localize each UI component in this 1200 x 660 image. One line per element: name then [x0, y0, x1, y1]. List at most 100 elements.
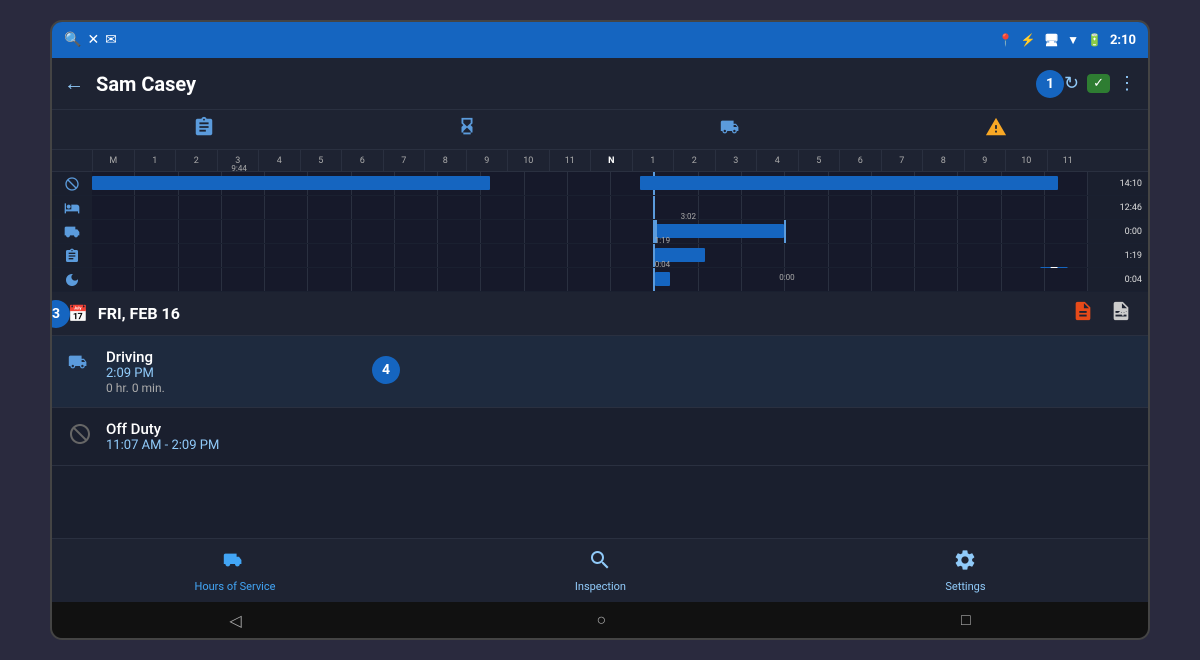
top-bar: ← Sam Casey 1 ↻ ✓ ⋮	[52, 58, 1148, 110]
status-bar-right: 📍 ⚡ 🖥 ▼ 🔋 2:10	[998, 33, 1136, 48]
chart-container: M 1 2 3 4 5 6 7 8 9 10 11 N 1 2 3 4	[52, 150, 1148, 292]
activity-driving-duration: 0 hr. 0 min.	[106, 381, 1132, 395]
date-bar: 3 📅 FRI, FEB 16	[52, 292, 1148, 336]
cursor-icon: ✕	[87, 32, 99, 48]
bar-label-000: 0:00	[779, 273, 794, 282]
total-on-duty: 1:19	[1088, 251, 1148, 261]
date-bar-actions	[1072, 300, 1132, 327]
activity-off-duty-info: Off Duty 11:07 AM - 2:09 PM	[106, 420, 1132, 453]
bluetooth-icon: ⚡	[1021, 33, 1036, 47]
android-recent-button[interactable]: □	[961, 610, 971, 630]
driving-icon	[52, 224, 92, 240]
activity-driving-icon	[68, 350, 92, 379]
screen-icon: 🖥	[1044, 33, 1059, 47]
time-p4: 4	[756, 150, 798, 172]
time-p6: 6	[839, 150, 881, 172]
other-bar: 0:04	[655, 272, 670, 286]
truck-icon[interactable]	[720, 116, 744, 143]
row-driving: 3:02 0:00 2	[52, 220, 1148, 244]
annotation-bubble-4: 4	[372, 356, 400, 384]
time-5: 5	[300, 150, 342, 172]
location-icon: 📍	[998, 33, 1013, 47]
bar-label-944: 9:44	[231, 164, 246, 173]
time-p3: 3	[715, 150, 757, 172]
time-2: 2	[175, 150, 217, 172]
nav-inspection[interactable]: Inspection	[560, 548, 640, 593]
search-icon: 🔍	[64, 32, 81, 48]
sleeper-icon	[52, 200, 92, 216]
activity-driving[interactable]: Driving 2:09 PM 0 hr. 0 min. 4	[52, 336, 1148, 408]
on-duty-icon	[52, 248, 92, 264]
activity-driving-status: Driving	[106, 348, 1132, 366]
refresh-icon[interactable]: ↻	[1064, 73, 1079, 94]
time-11: 11	[549, 150, 591, 172]
activity-driving-time: 2:09 PM	[106, 366, 1132, 381]
clock: 2:10	[1110, 33, 1136, 48]
driving-bar-1: 3:02	[655, 224, 784, 238]
row-on-duty-grid: 1:19	[92, 244, 1088, 267]
time-4: 4	[258, 150, 300, 172]
grid-rows: 9:44 14:10	[52, 172, 1148, 292]
time-p9: 9	[964, 150, 1006, 172]
nav-inspection-label: Inspection	[575, 580, 626, 593]
row-driving-grid: 3:02	[92, 220, 1088, 243]
activity-off-duty-icon	[68, 422, 92, 451]
calendar-icon: 📅	[68, 304, 88, 323]
hourglass-icon[interactable]	[456, 116, 478, 143]
activity-off-duty-time: 11:07 AM - 2:09 PM	[106, 438, 1132, 453]
warning-icon[interactable]	[985, 116, 1007, 143]
android-nav: ◁ ○ □	[52, 602, 1148, 638]
time-noon: N	[590, 150, 632, 172]
total-off-duty: 14:10	[1088, 179, 1148, 189]
bar-label-302: 3:02	[681, 212, 696, 221]
total-sleeper: 12:46	[1088, 203, 1148, 213]
nav-settings-label: Settings	[945, 580, 985, 593]
driver-name: Sam Casey	[96, 72, 1028, 96]
annotation-bubble-1: 1	[1036, 70, 1064, 98]
time-p1: 1	[632, 150, 674, 172]
activity-list: Driving 2:09 PM 0 hr. 0 min. 4 Off Duty …	[52, 336, 1148, 538]
row-sleeper-grid	[92, 196, 1088, 219]
activity-off-duty[interactable]: Off Duty 11:07 AM - 2:09 PM	[52, 408, 1148, 466]
app-area: ← Sam Casey 1 ↻ ✓ ⋮	[52, 58, 1148, 602]
row-other-grid: 0:04 0:00	[92, 268, 1088, 291]
back-button[interactable]: ←	[64, 71, 84, 96]
more-menu-icon[interactable]: ⋮	[1118, 73, 1136, 94]
android-back-button[interactable]: ◁	[229, 611, 241, 630]
activity-driving-info: Driving 2:09 PM 0 hr. 0 min.	[106, 348, 1132, 395]
off-duty-bar-2	[640, 176, 1058, 190]
check-badge: ✓	[1087, 74, 1110, 93]
mail-icon: ✉	[105, 32, 117, 48]
status-bar: 🔍 ✕ ✉ 📍 ⚡ 🖥 ▼ 🔋 2:10	[52, 22, 1148, 58]
row-off-duty: 9:44 14:10	[52, 172, 1148, 196]
off-duty-bar-1: 9:44	[92, 176, 490, 190]
time-p2: 2	[673, 150, 715, 172]
top-bar-actions: ↻ ✓ ⋮	[1064, 73, 1136, 94]
row-on-duty: 1:19 1:19	[52, 244, 1148, 268]
nav-hos-label: Hours of Service	[195, 580, 276, 593]
nav-hours-of-service[interactable]: Hours of Service	[195, 548, 276, 593]
off-duty-icon	[52, 176, 92, 192]
sleep-icon	[52, 272, 92, 288]
icon-bar	[52, 110, 1148, 150]
row-other: 0:04 0:00 0:04	[52, 268, 1148, 292]
document-alert-icon[interactable]	[1072, 300, 1094, 327]
bar-label-119: 1:19	[655, 236, 670, 245]
battery-icon: 🔋	[1087, 33, 1102, 47]
time-p10: 10	[1005, 150, 1047, 172]
row-sleeper: 12:46	[52, 196, 1148, 220]
time-10: 10	[507, 150, 549, 172]
settings-icon	[953, 548, 977, 577]
time-6: 6	[341, 150, 383, 172]
time-9: 9	[466, 150, 508, 172]
android-home-button[interactable]: ○	[596, 610, 606, 630]
time-header: M 1 2 3 4 5 6 7 8 9 10 11 N 1 2 3 4	[52, 150, 1148, 172]
clipboard-icon[interactable]	[193, 116, 215, 143]
time-m: M	[92, 150, 134, 172]
time-1: 1	[134, 150, 176, 172]
nav-settings[interactable]: Settings	[925, 548, 1005, 593]
total-other: 0:04	[1088, 275, 1148, 285]
export-icon[interactable]	[1110, 300, 1132, 327]
time-p11: 11	[1047, 150, 1089, 172]
status-bar-left: 🔍 ✕ ✉	[64, 32, 117, 48]
